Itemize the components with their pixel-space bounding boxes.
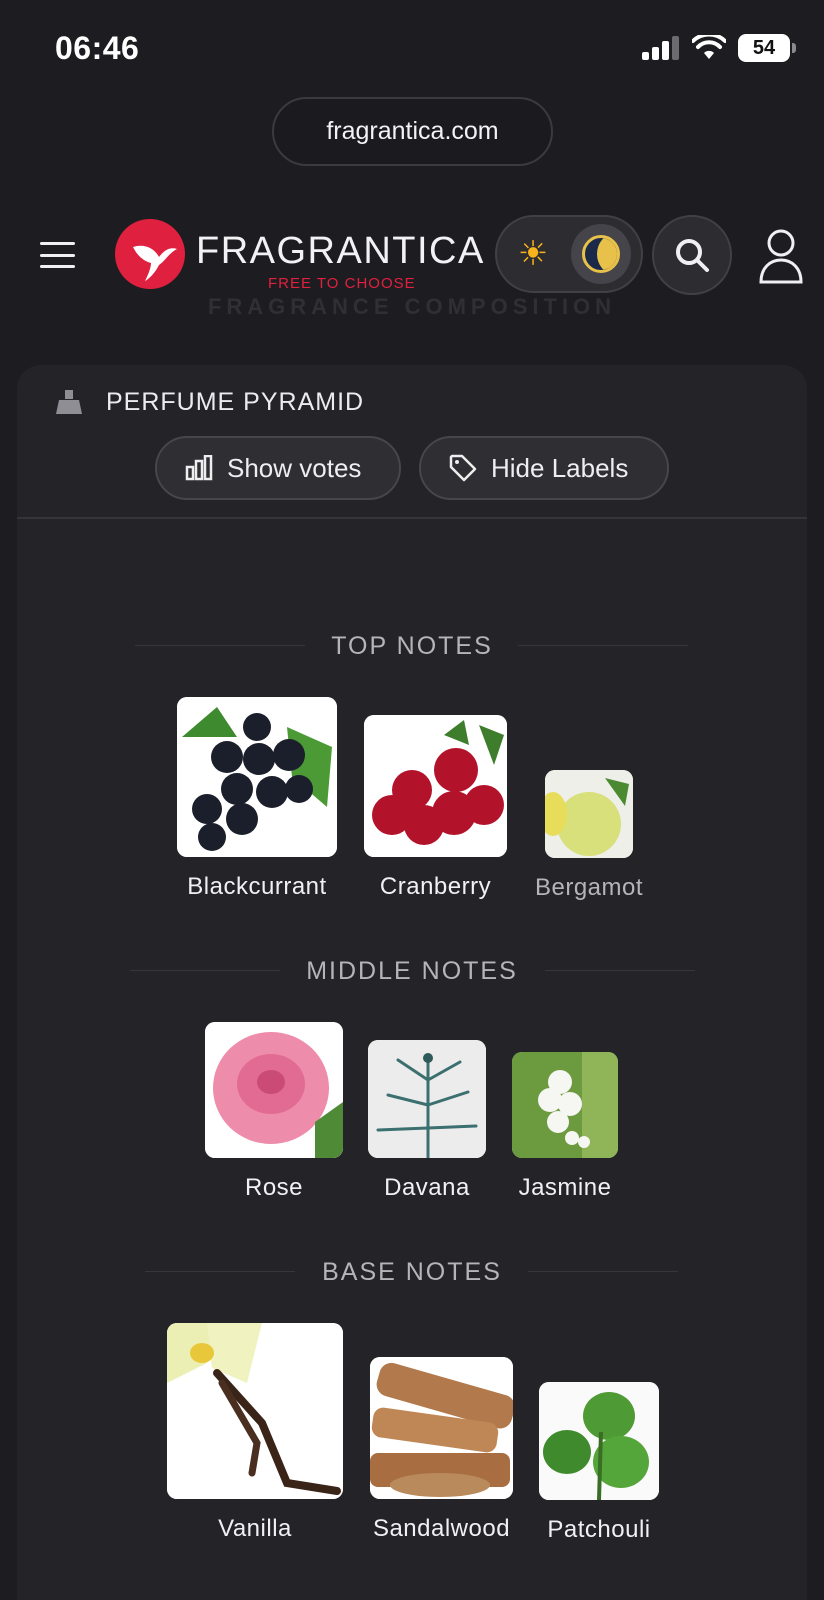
note-item-davana[interactable]: Davana [368, 1040, 486, 1202]
battery-indicator: 54 [738, 34, 796, 62]
flask-icon [56, 390, 82, 414]
note-item-patchouli[interactable]: Patchouli [539, 1382, 659, 1544]
bergamot-image [545, 770, 633, 858]
signal-icon [642, 36, 679, 60]
note-label: Blackcurrant [187, 873, 327, 900]
status-time: 06:46 [55, 30, 140, 66]
wifi-icon [692, 35, 726, 59]
address-bar[interactable]: fragrantica.com [272, 97, 553, 166]
note-label: Jasmine [518, 1174, 612, 1201]
middle-notes-heading: MIDDLE NOTES [306, 957, 518, 985]
note-label: Patchouli [547, 1516, 651, 1543]
note-label: Bergamot [534, 874, 644, 901]
note-item-rose[interactable]: Rose [205, 1022, 343, 1202]
card-title: PERFUME PYRAMID [106, 388, 365, 416]
status-icons: 54 [642, 34, 796, 62]
logo-wordmark[interactable]: FRAGRANTICA [196, 230, 485, 273]
hide-labels-button[interactable]: Hide Labels [419, 436, 669, 500]
page: 06:46 54 fragrantica.com FRAGRANTICA FRE… [0, 0, 824, 1600]
search-button[interactable] [652, 215, 732, 295]
note-item-cranberry[interactable]: Cranberry [364, 715, 507, 901]
note-label: Rose [244, 1174, 304, 1201]
note-label: Vanilla [218, 1515, 292, 1542]
logo-tagline: FREE TO CHOOSE [268, 275, 416, 292]
show-votes-label: Show votes [227, 452, 362, 483]
logo-icon[interactable] [115, 219, 185, 289]
cranberry-image [364, 715, 507, 857]
bar-chart-icon [185, 455, 213, 481]
tag-icon [449, 454, 477, 482]
note-label: Sandalwood [372, 1515, 511, 1542]
base-notes-heading: BASE NOTES [322, 1258, 502, 1286]
section-ghost-heading: FRAGRANCE COMPOSITION [207, 294, 617, 319]
blackcurrant-image [177, 697, 337, 857]
user-icon[interactable] [758, 228, 804, 284]
davana-image [368, 1040, 486, 1158]
jasmine-image [512, 1052, 618, 1158]
rose-image [205, 1022, 343, 1158]
top-notes-heading: TOP NOTES [331, 632, 493, 660]
note-item-blackcurrant[interactable]: Blackcurrant [177, 697, 337, 901]
vanilla-image [167, 1323, 343, 1499]
card-divider [17, 517, 807, 519]
note-item-bergamot[interactable]: Bergamot [535, 770, 643, 902]
menu-icon[interactable] [40, 242, 75, 268]
note-item-jasmine[interactable]: Jasmine [512, 1052, 618, 1202]
moon-button[interactable] [571, 224, 631, 284]
sun-icon[interactable]: ☀ [505, 226, 561, 282]
search-icon [676, 239, 709, 272]
show-votes-button[interactable]: Show votes [155, 436, 401, 500]
theme-toggle[interactable]: ☀ [495, 215, 643, 293]
note-label: Davana [384, 1174, 470, 1201]
hide-labels-label: Hide Labels [491, 452, 629, 483]
note-item-sandalwood[interactable]: Sandalwood [370, 1357, 513, 1543]
note-item-vanilla[interactable]: Vanilla [167, 1323, 343, 1543]
patchouli-image [539, 1382, 659, 1500]
sandalwood-image [370, 1357, 513, 1499]
moon-icon [582, 235, 620, 273]
note-label: Cranberry [379, 873, 492, 900]
